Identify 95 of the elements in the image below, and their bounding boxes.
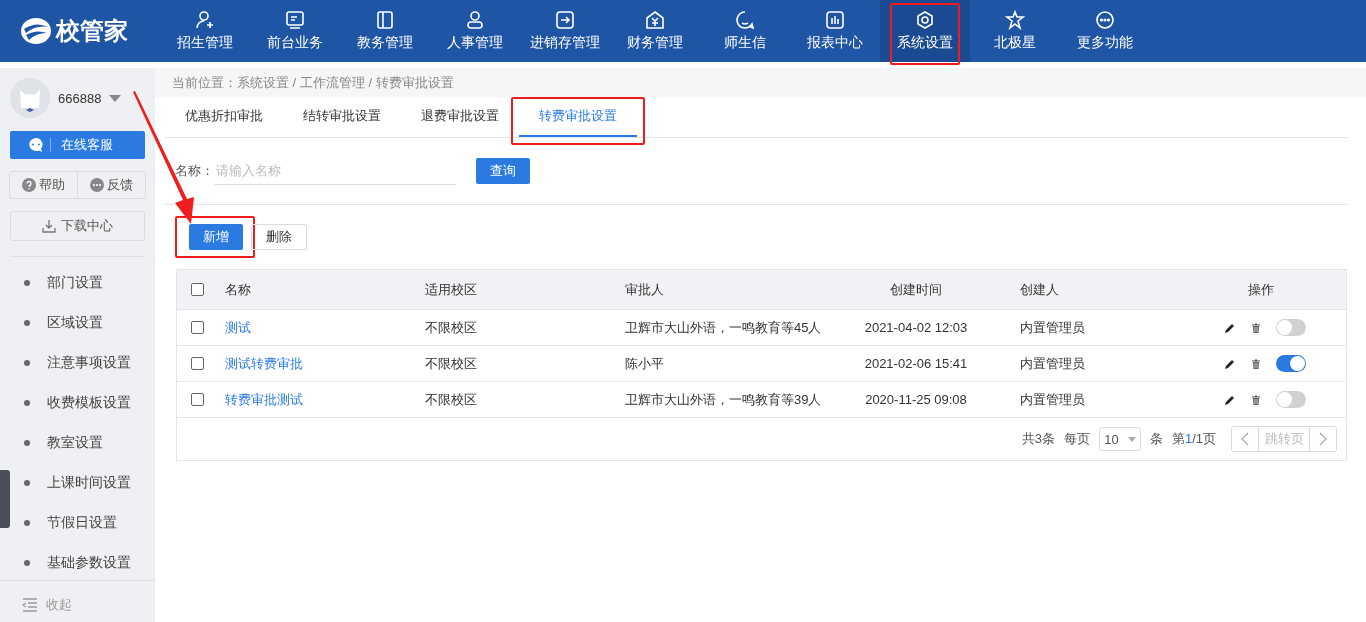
per-page-label: 每页 [1063,430,1090,448]
star-icon [1005,10,1025,30]
avatar-icon [10,78,50,118]
field-label: 名称： [175,162,214,180]
table-cell: 内置管理员 [1020,319,1085,335]
tab[interactable]: 结转审批设置 [283,97,401,137]
chart-icon [825,10,845,30]
chevron-left-icon [1241,432,1249,446]
tab[interactable]: 转费审批设置 [519,97,637,137]
delete-icon[interactable] [1250,321,1262,334]
nav-item[interactable]: 系统设置 [880,0,970,62]
name-link[interactable]: 转费审批测试 [225,391,303,407]
nav-item[interactable]: 招生管理 [160,0,250,62]
side-handle[interactable] [0,470,10,528]
nav-item[interactable]: 教务管理 [340,0,430,62]
tab[interactable]: 退费审批设置 [401,97,519,137]
checkbox[interactable] [191,393,204,406]
name-link[interactable]: 测试转费审批 [225,355,303,371]
page-indicator: 第1/1页 [1171,430,1216,448]
sidebar-item[interactable]: 注意事项设置 [10,343,131,383]
column-header: 适用校区 [425,281,477,297]
table-cell: 卫辉市大山外语，一鸣教育等39人 [625,391,822,407]
toggle-switch[interactable] [1276,355,1306,372]
table-cell: 不限校区 [425,319,477,335]
toggle-switch[interactable] [1276,319,1306,336]
chevron-right-icon [1319,432,1327,446]
checkbox[interactable] [191,283,204,296]
download-center-button[interactable]: 下载中心 [10,211,145,241]
username[interactable]: 666888 [58,90,102,106]
nav-item[interactable]: 前台业务 [250,0,340,62]
nav-item[interactable]: 报表中心 [790,0,880,62]
toggle-switch[interactable] [1276,391,1306,408]
book-icon [375,10,395,30]
checkbox[interactable] [191,357,204,370]
unit-label: 条 [1149,430,1163,448]
table-cell: 不限校区 [425,355,477,371]
delete-icon[interactable] [1250,393,1262,406]
sidebar-item[interactable]: 节假日设置 [10,503,117,543]
sidebar-item[interactable]: 教室设置 [10,423,103,463]
column-header: 创建时间 [890,281,942,297]
checkbox[interactable] [191,321,204,334]
edit-icon[interactable] [1224,357,1236,370]
sidebar-item[interactable]: 收费模板设置 [10,383,131,423]
nav-item[interactable]: 财务管理 [610,0,700,62]
help-icon [22,178,36,192]
nav-item[interactable]: 进销存管理 [520,0,610,62]
delete-button[interactable]: 删除 [251,224,307,250]
caret-icon[interactable] [109,94,122,102]
chat-icon [735,10,755,30]
money-icon [645,10,665,30]
table-cell: 2021-02-06 15:41 [864,356,968,371]
column-header: 名称 [225,281,251,297]
breadcrumb: 当前位置：系统设置 / 工作流管理 / 转费审批设置 [155,68,1366,97]
nav-item[interactable]: 人事管理 [430,0,520,62]
monitor-icon [285,10,305,30]
nav-item[interactable]: 更多功能 [1060,0,1150,62]
enter-icon [555,10,575,30]
settings-icon [915,10,935,30]
user-plus-icon [195,10,215,30]
name-link[interactable]: 测试 [225,319,251,335]
sidebar-item[interactable]: 上课时间设置 [10,463,131,503]
edit-icon[interactable] [1224,393,1236,406]
caret-icon [1127,436,1136,442]
total-count: 共3条 [1021,430,1055,448]
sidebar-item[interactable]: 部门设置 [10,263,103,303]
nav-item[interactable]: 师生信 [700,0,790,62]
more-icon [1095,10,1115,30]
column-header: 操作 [1248,281,1274,297]
collapse-icon [22,597,38,612]
table-cell: 内置管理员 [1020,391,1085,407]
online-service-button[interactable]: 在线客服 [10,131,145,159]
download-icon [42,219,56,233]
chat-bubble-icon [90,178,104,192]
table-cell: 不限校区 [425,391,477,407]
nav-item[interactable]: 北极星 [970,0,1060,62]
page-size-select[interactable]: 10 [1098,427,1141,451]
edit-icon[interactable] [1224,321,1236,334]
sidebar-item[interactable]: 区域设置 [10,303,103,343]
logo-icon [20,17,52,45]
table-cell: 陈小平 [625,355,664,371]
delete-icon[interactable] [1250,357,1262,370]
query-button[interactable]: 查询 [476,158,530,184]
column-header: 创建人 [1020,281,1059,297]
column-header: 审批人 [625,281,664,297]
table-cell: 内置管理员 [1020,355,1085,371]
tab[interactable]: 优惠折扣审批 [165,97,283,137]
add-button[interactable]: 新增 [189,224,243,250]
table-cell: 2021-04-02 12:03 [864,320,968,335]
chat-bubble-icon [28,137,44,153]
user-icon [465,10,485,30]
logo-text: 校管家 [56,16,128,46]
feedback-button[interactable]: 反馈 [77,172,145,198]
table-cell: 卫辉市大山外语，一鸣教育等45人 [625,319,822,335]
help-button[interactable]: 帮助 [10,172,77,198]
table-cell: 2020-11-25 09:08 [865,392,967,407]
